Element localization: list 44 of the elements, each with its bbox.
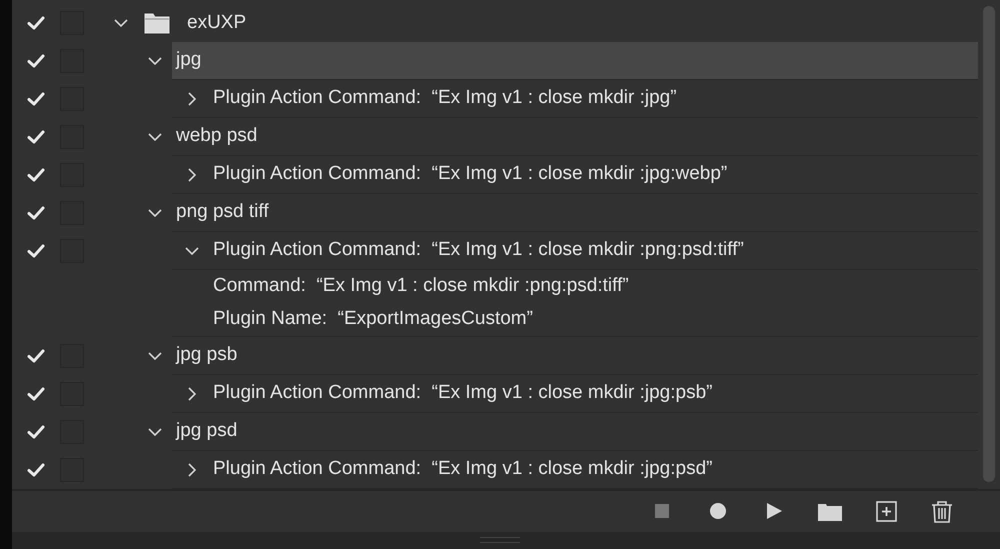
action-row[interactable]: jpg psd — [172, 413, 978, 451]
action-row[interactable]: webp psd — [172, 118, 978, 156]
checkmark-icon[interactable] — [27, 349, 45, 363]
action-step: Plugin Action Command: “Ex Img v1 : close mkdir :jpg” — [213, 84, 677, 113]
checkmark-icon[interactable] — [27, 387, 45, 401]
chevron-down-icon[interactable] — [114, 19, 128, 27]
checkmark-icon[interactable] — [27, 425, 45, 439]
chevron-down-icon[interactable] — [148, 352, 162, 360]
checkmark-icon[interactable] — [27, 463, 45, 477]
checkmark-icon[interactable] — [27, 54, 45, 68]
chevron-down-icon[interactable] — [148, 208, 162, 216]
action-row[interactable]: png psd tiff — [172, 194, 978, 232]
action-name: webp psd — [176, 124, 258, 148]
chevron-right-icon[interactable] — [188, 92, 196, 106]
action-step: Plugin Action Command: “Ex Img v1 : close mkdir :png:psd:tiff” — [213, 236, 744, 265]
action-set-name: exUXP — [187, 10, 246, 35]
checkmark-icon[interactable] — [27, 16, 45, 30]
step-detail: Plugin Name: “ExportImagesCustom” — [213, 307, 533, 332]
checkmark-icon[interactable] — [27, 168, 45, 182]
checkmark-icon[interactable] — [27, 206, 45, 220]
checkmark-icon[interactable] — [27, 130, 45, 144]
chevron-right-icon[interactable] — [188, 386, 196, 400]
action-step: Plugin Action Command: “Ex Img v1 : close mkdir :jpg:psb” — [213, 379, 712, 408]
chevron-down-icon[interactable] — [148, 428, 162, 436]
scrollbar-thumb[interactable] — [983, 6, 995, 482]
action-step: Plugin Action Command: “Ex Img v1 : close mkdir :jpg:webp” — [213, 160, 728, 189]
action-name: png psd tiff — [176, 200, 269, 224]
action-name: jpg psb — [176, 343, 238, 368]
action-row[interactable]: jpg psb — [172, 337, 978, 375]
action-name: jpg — [176, 48, 202, 72]
step-detail: Command: “Ex Img v1 : close mkdir :png:psd:tiff” — [213, 274, 629, 298]
chevron-right-icon[interactable] — [188, 168, 196, 182]
chevron-right-icon[interactable] — [188, 462, 196, 476]
action-name: jpg psd — [176, 419, 238, 444]
chevron-down-icon[interactable] — [148, 56, 162, 64]
chevron-down-icon[interactable] — [148, 132, 162, 140]
resize-grip[interactable] — [480, 537, 520, 544]
checkmark-icon[interactable] — [27, 244, 45, 258]
chevron-down-icon[interactable] — [185, 246, 199, 254]
checkmark-icon[interactable] — [27, 92, 45, 106]
trash-icon — [931, 500, 953, 523]
new-action-icon — [876, 500, 896, 523]
action-step: Plugin Action Command: “Ex Img v1 : close mkdir :jpg:psd” — [213, 455, 712, 484]
folder-icon — [144, 12, 170, 34]
